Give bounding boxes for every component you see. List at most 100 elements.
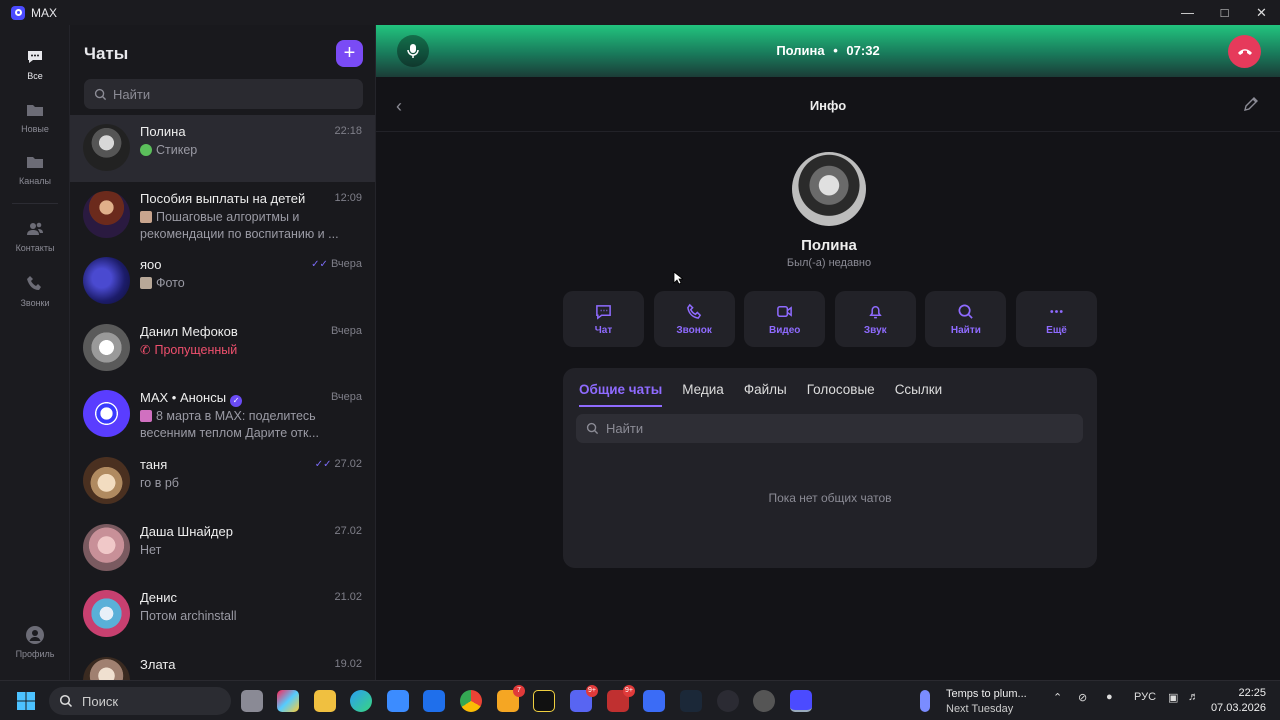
- tab-links[interactable]: Ссылки: [895, 382, 943, 407]
- maximize-button[interactable]: □: [1206, 0, 1243, 25]
- chat-item[interactable]: таня ✓✓ 27.02 го в рб: [70, 448, 375, 515]
- chat-item[interactable]: Даша Шнайдер 27.02 Нет: [70, 515, 375, 582]
- action-search-button[interactable]: Найти: [925, 291, 1007, 347]
- phone-icon: [27, 276, 41, 290]
- contacts-icon: [27, 222, 43, 235]
- copilot-icon[interactable]: [277, 690, 299, 712]
- rail-label: Каналы: [19, 176, 51, 186]
- chat-item[interactable]: Денис 21.02 Потом archinstall: [70, 581, 375, 648]
- tray-chevron-icon[interactable]: ⌃: [1053, 691, 1062, 704]
- chrome-icon[interactable]: [460, 690, 482, 712]
- edit-pencil-icon[interactable]: [1242, 95, 1260, 113]
- info-header: ‹ Инфо: [376, 80, 1280, 132]
- discord-icon[interactable]: 9+: [570, 685, 598, 712]
- rail-label: Контакты: [15, 243, 55, 253]
- chat-item[interactable]: Полина 22:18 Стикер: [70, 115, 375, 182]
- chat-item[interactable]: Злата 19.02: [70, 648, 375, 680]
- app-icon[interactable]: [643, 690, 665, 712]
- action-chat-button[interactable]: Чат: [563, 291, 644, 347]
- tab-media[interactable]: Медиа: [682, 382, 724, 407]
- windows-start-icon[interactable]: [16, 691, 36, 711]
- chat-name-text: MAX • Анонсы: [140, 390, 227, 406]
- active-call-bar[interactable]: Полина • 07:32: [376, 25, 1280, 77]
- avatar: [83, 257, 130, 305]
- chat-preview: Нет: [140, 542, 162, 557]
- max-app-icon[interactable]: [790, 690, 812, 712]
- avatar: [83, 323, 130, 371]
- close-button[interactable]: ✕: [1243, 0, 1280, 25]
- window-title: MAX: [31, 5, 58, 20]
- tab-voice[interactable]: Голосовые: [807, 382, 875, 407]
- action-sound-button[interactable]: Звук: [834, 291, 916, 347]
- profile-status: Был(-а) недавно: [786, 257, 872, 269]
- action-more-button[interactable]: Ещё: [1016, 291, 1097, 347]
- chat-search-input[interactable]: Найти: [84, 79, 363, 109]
- avatar: [83, 590, 130, 638]
- chat-name: Полина: [140, 124, 186, 139]
- nav-rail: Все Новые Каналы Контакты Звонки Профиль: [0, 25, 70, 680]
- volume-icon[interactable]: ♬: [1188, 691, 1199, 703]
- profile-avatar: [792, 152, 866, 226]
- steam-icon[interactable]: [680, 690, 702, 712]
- app-icon[interactable]: [533, 690, 555, 712]
- hangup-button[interactable]: [1228, 35, 1261, 68]
- chat-preview-text: Пропущенный: [154, 342, 238, 357]
- tab-files[interactable]: Файлы: [744, 382, 787, 407]
- plus-icon: +: [343, 42, 356, 64]
- rail-item-contacts[interactable]: Контакты: [0, 219, 70, 253]
- store-icon[interactable]: [387, 690, 409, 712]
- clock-time: 22:25: [1238, 687, 1266, 699]
- chat-item[interactable]: Данил Мефоков Вчера ✆ Пропущенный: [70, 315, 375, 382]
- chat-name: MAX • Анонсы ✓: [140, 390, 243, 408]
- avatar: [83, 124, 130, 171]
- taskbar-search-placeholder: Поиск: [82, 693, 119, 709]
- action-call-button[interactable]: Звонок: [653, 291, 735, 347]
- shared-content-panel: Общие чаты Медиа Файлы Голосовые Ссылки …: [563, 368, 1097, 568]
- action-video-button[interactable]: Видео: [744, 291, 826, 347]
- action-label: Чат: [594, 324, 613, 336]
- missed-call-icon: ✆: [140, 342, 151, 357]
- app-icon[interactable]: [717, 690, 739, 712]
- mic-tray-icon[interactable]: ●: [1106, 691, 1113, 703]
- weather-title: Temps to plum...: [946, 688, 1027, 700]
- edge-icon[interactable]: [350, 690, 372, 712]
- rail-item-calls[interactable]: Звонки: [0, 274, 70, 308]
- file-explorer-icon[interactable]: [314, 690, 336, 712]
- app-icon[interactable]: 7: [497, 685, 525, 712]
- clock[interactable]: 22:25 07.03.2026: [1211, 686, 1266, 716]
- taskview-icon[interactable]: [241, 690, 263, 712]
- rail-item-profile[interactable]: Профиль: [0, 625, 70, 659]
- info-title: Инфо: [809, 98, 847, 113]
- new-chat-button[interactable]: +: [336, 40, 363, 67]
- notification-badge: 7: [513, 685, 525, 697]
- windows-taskbar: Поиск 7 9+ 9+ Temps to plum... Next Tues…: [0, 680, 1280, 720]
- display-icon[interactable]: ▣: [1168, 691, 1178, 704]
- chat-time: 12:09: [334, 191, 362, 204]
- shared-search-input[interactable]: Найти: [576, 414, 1083, 443]
- action-label: Видео: [768, 324, 801, 336]
- network-off-icon[interactable]: ⊘: [1078, 691, 1087, 704]
- chat-time: Вчера: [330, 391, 362, 404]
- sticker-icon: [140, 144, 152, 156]
- app-icon[interactable]: [753, 690, 775, 712]
- avatar: [83, 190, 130, 238]
- app-icon[interactable]: 9+: [607, 685, 635, 712]
- search-icon: [59, 694, 73, 708]
- chat-preview: го в рб: [140, 475, 179, 490]
- phone-icon: [686, 303, 701, 319]
- tab-common-chats[interactable]: Общие чаты: [579, 382, 663, 407]
- mail-icon[interactable]: [423, 690, 445, 712]
- language-indicator[interactable]: РУС: [1134, 691, 1156, 703]
- taskbar-search[interactable]: Поиск: [49, 687, 231, 715]
- rail-item-new[interactable]: Новые: [0, 100, 70, 134]
- chat-item[interactable]: Пособия выплаты на детей 12:09 Пошаговые…: [70, 182, 375, 249]
- chat-name: яоо: [140, 257, 162, 273]
- chat-item[interactable]: MAX • Анонсы ✓ Вчера 8 марта в MAX: подел…: [70, 381, 375, 448]
- rail-item-channels[interactable]: Каналы: [0, 152, 70, 186]
- chat-item[interactable]: яоо ✓✓ Вчера Фото: [70, 248, 375, 315]
- clock-date: 07.03.2026: [1210, 702, 1266, 714]
- weather-widget[interactable]: Temps to plum... Next Tuesday: [920, 686, 1040, 718]
- minimize-button[interactable]: —: [1169, 0, 1206, 25]
- photo-thumb-icon: [140, 277, 152, 290]
- rail-item-all[interactable]: Все: [0, 47, 70, 81]
